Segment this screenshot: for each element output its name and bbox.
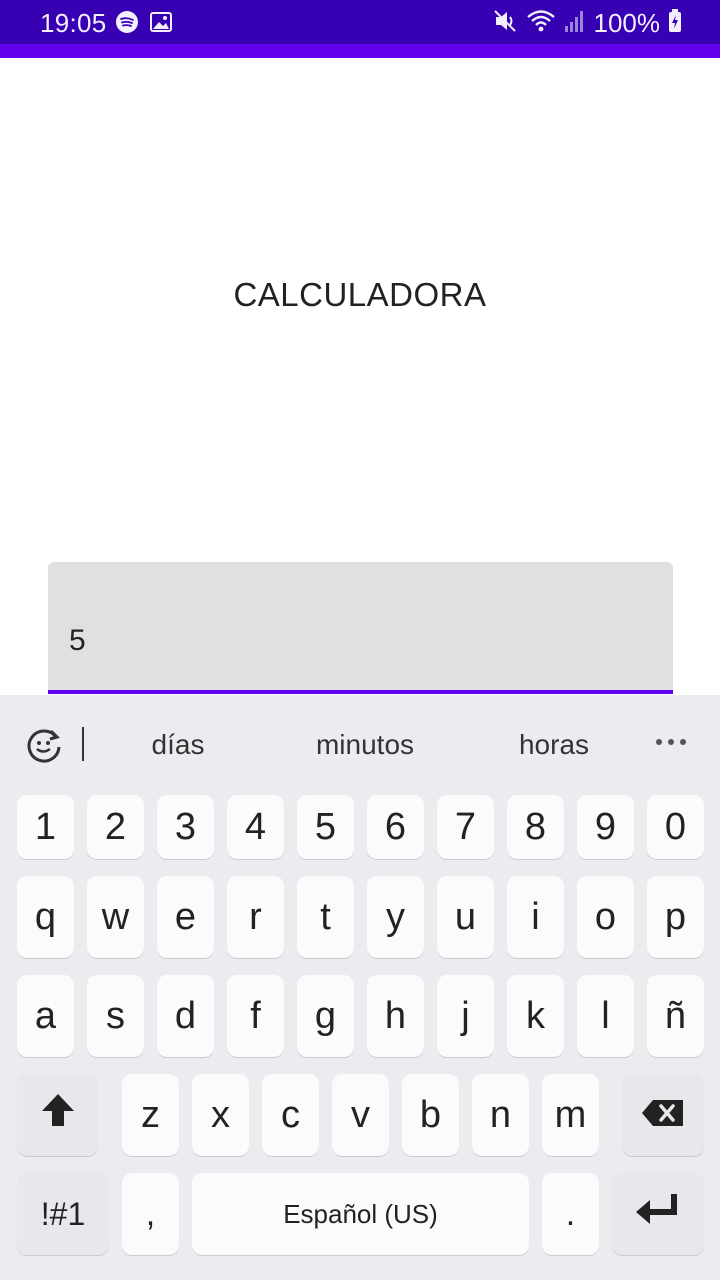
wifi-icon bbox=[526, 8, 556, 39]
key-n[interactable]: n bbox=[472, 1074, 529, 1156]
key-d[interactable]: d bbox=[157, 975, 214, 1057]
key-a[interactable]: a bbox=[17, 975, 74, 1057]
more-options-icon[interactable] bbox=[654, 735, 688, 753]
key-g[interactable]: g bbox=[297, 975, 354, 1057]
key-c[interactable]: c bbox=[262, 1074, 319, 1156]
signal-icon bbox=[564, 8, 586, 39]
key-9[interactable]: 9 bbox=[577, 795, 634, 859]
key-b[interactable]: b bbox=[402, 1074, 459, 1156]
app-bar bbox=[0, 44, 720, 58]
key-r[interactable]: r bbox=[227, 876, 284, 958]
space-key[interactable]: Español (US) bbox=[192, 1173, 529, 1255]
key-q[interactable]: q bbox=[17, 876, 74, 958]
keyboard: días minutos horas 1 2 3 4 5 6 7 8 9 0 q… bbox=[0, 695, 720, 1280]
mute-icon bbox=[492, 8, 518, 39]
key-x[interactable]: x bbox=[192, 1074, 249, 1156]
battery-charging-icon bbox=[668, 8, 682, 39]
key-i[interactable]: i bbox=[507, 876, 564, 958]
key-w[interactable]: w bbox=[87, 876, 144, 958]
key-1[interactable]: 1 bbox=[17, 795, 74, 859]
status-bar: 19:05 100% bbox=[0, 0, 720, 44]
key-7[interactable]: 7 bbox=[437, 795, 494, 859]
status-right: 100% bbox=[492, 8, 683, 39]
key-y[interactable]: y bbox=[367, 876, 424, 958]
emoji-refresh-icon[interactable] bbox=[24, 725, 64, 770]
suggestion-bar: días minutos horas bbox=[0, 695, 720, 793]
key-8[interactable]: 8 bbox=[507, 795, 564, 859]
gallery-icon bbox=[149, 10, 173, 39]
suggestion-1[interactable]: días bbox=[88, 729, 268, 761]
key-0[interactable]: 0 bbox=[647, 795, 704, 859]
key-6[interactable]: 6 bbox=[367, 795, 424, 859]
key-v[interactable]: v bbox=[332, 1074, 389, 1156]
key-j[interactable]: j bbox=[437, 975, 494, 1057]
key-t[interactable]: t bbox=[297, 876, 354, 958]
backspace-icon bbox=[641, 1094, 685, 1137]
enter-icon bbox=[634, 1192, 682, 1236]
key-o[interactable]: o bbox=[577, 876, 634, 958]
shift-icon bbox=[41, 1092, 75, 1138]
key-3[interactable]: 3 bbox=[157, 795, 214, 859]
key-s[interactable]: s bbox=[87, 975, 144, 1057]
key-l[interactable]: l bbox=[577, 975, 634, 1057]
key-enye[interactable]: ñ bbox=[647, 975, 704, 1057]
backspace-key[interactable] bbox=[622, 1074, 704, 1156]
period-key[interactable]: . bbox=[542, 1173, 599, 1255]
key-k[interactable]: k bbox=[507, 975, 564, 1057]
key-2[interactable]: 2 bbox=[87, 795, 144, 859]
comma-key[interactable]: , bbox=[122, 1173, 179, 1255]
key-4[interactable]: 4 bbox=[227, 795, 284, 859]
key-5[interactable]: 5 bbox=[297, 795, 354, 859]
key-h[interactable]: h bbox=[367, 975, 424, 1057]
shift-key[interactable] bbox=[17, 1074, 98, 1156]
key-e[interactable]: e bbox=[157, 876, 214, 958]
spotify-icon bbox=[115, 10, 139, 39]
number-input[interactable]: 5 bbox=[48, 562, 673, 694]
input-value: 5 bbox=[69, 624, 86, 657]
suggestion-2[interactable]: minutos bbox=[275, 729, 455, 761]
battery-text: 100% bbox=[593, 8, 661, 38]
page-title: CALCULADORA bbox=[233, 276, 487, 313]
suggestion-3[interactable]: horas bbox=[464, 729, 644, 761]
key-m[interactable]: m bbox=[542, 1074, 599, 1156]
enter-key[interactable] bbox=[612, 1173, 704, 1255]
key-p[interactable]: p bbox=[647, 876, 704, 958]
status-time: 19:05 bbox=[40, 8, 107, 38]
symbols-key[interactable]: !#1 bbox=[17, 1173, 109, 1255]
key-f[interactable]: f bbox=[227, 975, 284, 1057]
suggestion-divider bbox=[82, 727, 84, 761]
key-z[interactable]: z bbox=[122, 1074, 179, 1156]
key-u[interactable]: u bbox=[437, 876, 494, 958]
